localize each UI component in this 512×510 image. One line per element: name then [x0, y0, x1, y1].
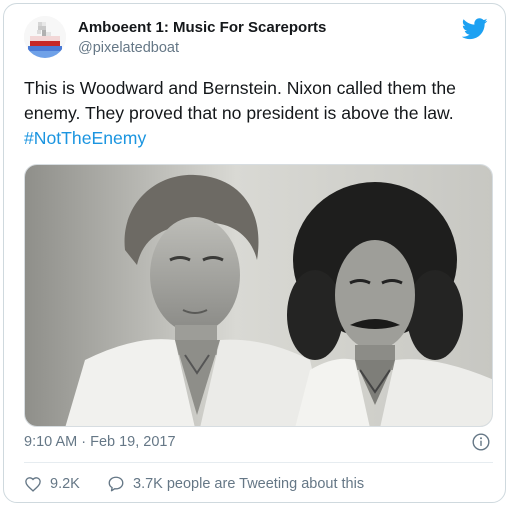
tweet-photo[interactable] — [24, 164, 493, 427]
hashtag-link[interactable]: #NotTheEnemy — [24, 128, 146, 148]
black-and-white-portrait-photo — [25, 165, 492, 426]
info-icon[interactable] — [472, 433, 490, 451]
like-count: 9.2K — [50, 476, 80, 492]
author-handle[interactable]: @pixelatedboat — [78, 40, 179, 56]
divider — [24, 462, 493, 463]
tweet-timestamp[interactable]: 9:10 AM · Feb 19, 2017 — [24, 434, 176, 450]
pixel-boat-avatar-image — [24, 16, 66, 58]
conversation-text: 3.7K people are Tweeting about this — [133, 476, 365, 492]
author-name[interactable]: Amboeent 1: Music For Scareports — [78, 19, 326, 36]
heart-icon — [25, 477, 41, 492]
tweet-text: This is Woodward and Bernstein. Nixon ca… — [24, 76, 494, 151]
conversation-link[interactable]: 3.7K people are Tweeting about this — [107, 475, 364, 493]
twitter-bird-icon[interactable] — [462, 18, 488, 40]
like-button[interactable]: 9.2K — [24, 475, 80, 493]
avatar[interactable] — [24, 16, 66, 58]
tweet-body: This is Woodward and Bernstein. Nixon ca… — [24, 78, 456, 123]
speech-bubble-icon — [108, 476, 124, 492]
tweet-card[interactable]: Amboeent 1: Music For Scareports @pixela… — [3, 3, 506, 503]
